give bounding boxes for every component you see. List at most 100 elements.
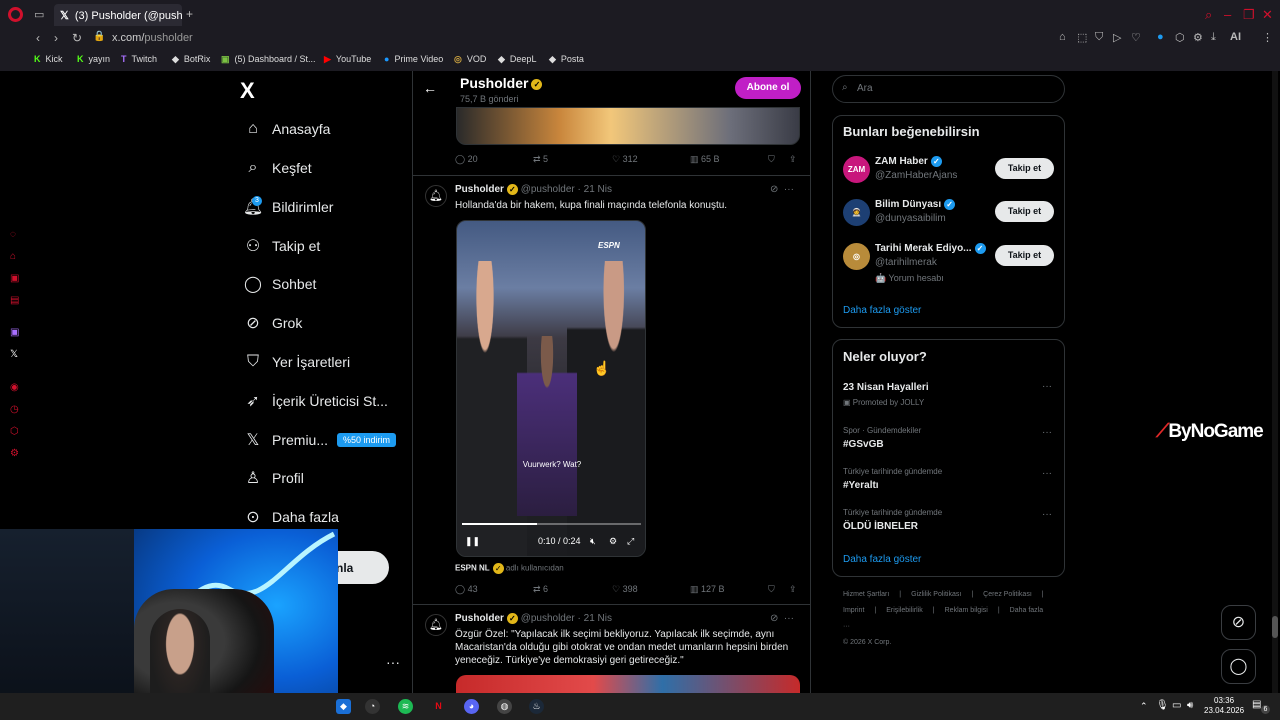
like-button[interactable]: ♡ 398: [612, 584, 638, 595]
bookmark-botrix[interactable]: ◆ BotRix: [172, 54, 210, 65]
follow-button[interactable]: Takip et: [995, 201, 1054, 222]
trend-menu-icon[interactable]: ···: [1042, 509, 1052, 520]
reload-icon[interactable]: ↻: [72, 31, 82, 45]
ai-button[interactable]: AI: [1230, 31, 1241, 43]
messages-float-button[interactable]: ◯: [1221, 649, 1256, 684]
extensions-icon[interactable]: ⬡: [1175, 31, 1185, 44]
sidebar-crypto-icon[interactable]: ▣: [10, 273, 19, 284]
bookmark-deepl[interactable]: ◆ DeepL: [498, 54, 536, 65]
nav-profile[interactable]: ♙ Profil: [242, 466, 304, 490]
sidebar-twitch-icon[interactable]: ▣: [10, 327, 19, 338]
video-player[interactable]: ESPN Vuurwerk? Wat? ❚❚ 0:10 / 0:24 🔇︎ ⚙ …: [456, 220, 646, 557]
tray-chevron-icon[interactable]: ⌃: [1140, 701, 1148, 712]
search-input[interactable]: ⌕ Ara: [832, 75, 1065, 103]
url-field[interactable]: x.com/pusholder: [112, 32, 193, 44]
trend-menu-icon[interactable]: ···: [1042, 468, 1052, 479]
follow-button[interactable]: Takip et: [995, 245, 1054, 266]
tray-network-icon[interactable]: ▭: [1172, 700, 1181, 711]
reply-button[interactable]: ◯ 20: [455, 154, 478, 165]
nav-grok[interactable]: ⊘ Grok: [242, 311, 302, 335]
suggestion-avatar[interactable]: ZAM: [843, 156, 870, 183]
minimize-icon[interactable]: –: [1224, 7, 1231, 22]
suggestion-avatar[interactable]: 🧑‍🚀: [843, 199, 870, 226]
x-logo[interactable]: X: [240, 78, 255, 104]
account-menu-icon[interactable]: ···: [386, 654, 400, 670]
taskbar-spotify-icon[interactable]: ≋: [398, 699, 413, 714]
suggestion-avatar[interactable]: ◎: [843, 243, 870, 270]
bookmark-posta[interactable]: ◆ Posta: [549, 54, 584, 65]
suggestion-name[interactable]: ZAM Haber ✓: [875, 156, 942, 167]
active-tab[interactable]: 𝕏 (3) Pusholder (@pusholder: [54, 4, 182, 26]
views-button[interactable]: ▥ 65 B: [690, 154, 720, 165]
sidebar-x-icon[interactable]: 𝕏: [10, 349, 18, 360]
bookmark-post-icon[interactable]: ⛉: [768, 154, 775, 165]
tray-volume-icon[interactable]: 🔊︎: [1187, 700, 1193, 711]
back-arrow-icon[interactable]: ←: [423, 80, 437, 96]
post-avatar[interactable]: 🔔︎: [425, 185, 447, 207]
nav-chat[interactable]: ◯ Sohbet: [242, 272, 316, 296]
bookmark-yayin[interactable]: Kyayın: [77, 54, 110, 64]
vpn-icon[interactable]: ●: [1157, 31, 1164, 43]
fullscreen-icon[interactable]: ⤢: [627, 536, 634, 547]
menu-icon[interactable]: ⋮: [1262, 31, 1273, 44]
views-button[interactable]: ▥ 127 B: [690, 584, 725, 595]
nav-bookmarks[interactable]: ⛉ Yer İşaretleri: [242, 350, 350, 374]
easy-setup-icon[interactable]: ⚙: [1193, 31, 1203, 44]
post-menu[interactable]: ⊘ ···: [770, 184, 794, 195]
subscribe-button[interactable]: Abone ol: [735, 77, 801, 99]
tray-mic-icon[interactable]: 🎙︎: [1156, 700, 1169, 711]
heart-icon[interactable]: ♡: [1131, 31, 1141, 44]
suggestion-name[interactable]: Bilim Dünyası ✓: [875, 199, 956, 210]
sidebar-extensions-icon[interactable]: ⬡: [10, 426, 19, 437]
nav-premium[interactable]: 𝕏 Premiu...: [242, 428, 328, 452]
post-menu[interactable]: ⊘ ···: [770, 613, 794, 624]
post-avatar[interactable]: 🔔︎: [425, 614, 447, 636]
bookmark-post-icon[interactable]: ⛉: [768, 584, 775, 595]
grok-float-button[interactable]: ⊘: [1221, 605, 1256, 640]
shield-icon[interactable]: ⛉: [1095, 31, 1103, 44]
clock[interactable]: 03:36 23.04.2026: [1204, 696, 1244, 716]
reply-button[interactable]: ◯ 43: [455, 584, 478, 595]
video-source[interactable]: ESPN NL ✓ adlı kullanıcıdan: [455, 563, 564, 574]
trends-show-more-link[interactable]: Daha fazla göster: [843, 554, 921, 565]
tab-island-icon[interactable]: ▭: [34, 8, 44, 21]
scrollbar[interactable]: [1272, 71, 1278, 693]
share-icon[interactable]: ⇪: [789, 584, 797, 595]
taskbar-discord-icon[interactable]: ◕: [464, 699, 479, 714]
nav-follow[interactable]: ⚇ Takip et: [242, 234, 320, 258]
sidebar-settings-icon[interactable]: ⚙: [10, 448, 19, 459]
like-button[interactable]: ♡ 312: [612, 154, 638, 165]
sidebar-history-icon[interactable]: ◷: [10, 404, 19, 415]
forward-icon[interactable]: ›: [54, 31, 58, 45]
nav-explore[interactable]: ⌕ Keşfet: [242, 156, 312, 180]
video-progress-bar[interactable]: [462, 523, 641, 525]
back-icon[interactable]: ‹: [36, 31, 40, 45]
sidebar-player-icon[interactable]: ◉: [10, 382, 19, 393]
taskbar-obs-icon[interactable]: ◍: [497, 699, 512, 714]
trend-item[interactable]: #GSvGB: [843, 439, 884, 450]
post-author[interactable]: Pusholder ✓ @pusholder · 21 Nis: [455, 184, 612, 195]
taskbar-steam-icon[interactable]: ♨: [529, 699, 544, 714]
repost-button[interactable]: ⇄ 5: [533, 154, 548, 165]
trend-menu-icon[interactable]: ···: [1042, 381, 1052, 392]
share-icon[interactable]: ⇪: [789, 154, 797, 165]
trend-item[interactable]: #Yeraltı: [843, 480, 879, 491]
post-image[interactable]: [456, 675, 800, 693]
close-window-icon[interactable]: ✕: [1262, 7, 1273, 23]
show-more-link[interactable]: Daha fazla göster: [843, 305, 921, 316]
post-author[interactable]: Pusholder ✓ @pusholder · 21 Nis: [455, 613, 612, 624]
repost-button[interactable]: ⇄ 6: [533, 584, 548, 595]
sidebar-aria-icon[interactable]: ◌: [10, 229, 16, 240]
pause-icon[interactable]: ❚❚: [465, 536, 480, 547]
bookmark-youtube[interactable]: ▶ YouTube: [324, 54, 371, 65]
maximize-icon[interactable]: ❐: [1243, 7, 1255, 23]
taskbar-speedometer-icon[interactable]: ◔: [365, 699, 380, 714]
sidebar-messenger-icon[interactable]: ▤: [10, 295, 19, 306]
trend-menu-icon[interactable]: ···: [1042, 427, 1052, 438]
bookmark-dashboard[interactable]: ▣ (5) Dashboard / St...: [221, 54, 316, 65]
bookmark-prime-video[interactable]: ● Prime Video: [384, 54, 443, 64]
nav-more[interactable]: ⊙ Daha fazla: [242, 505, 339, 529]
bookmark-kick[interactable]: K Kick: [34, 54, 63, 64]
search-tabs-icon[interactable]: ⌕: [1205, 7, 1212, 23]
bookmark-vod[interactable]: ◎ VOD: [454, 54, 486, 65]
